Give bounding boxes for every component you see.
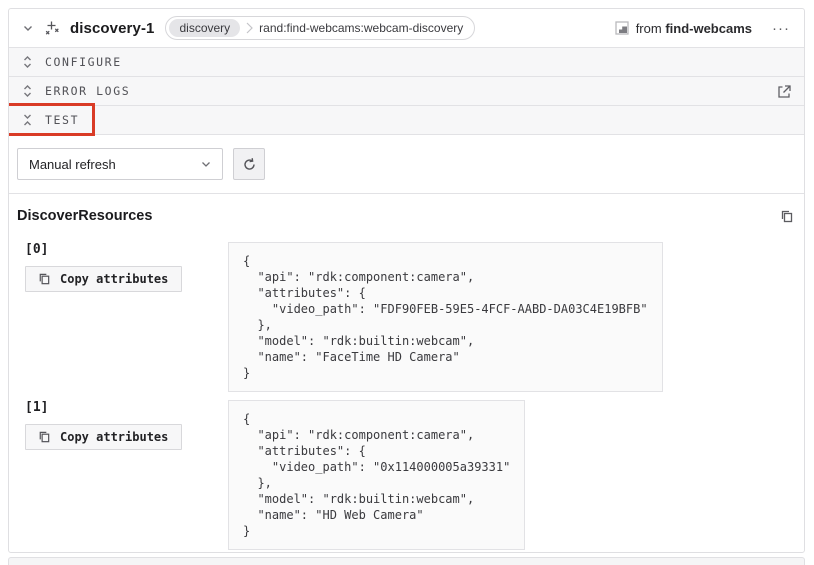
section-configure[interactable]: CONFIGURE <box>9 47 804 76</box>
chevron-down-icon <box>200 158 212 170</box>
result-row: [1] Copy attributes { "api": "rdk:compon… <box>17 400 796 550</box>
copy-icon <box>37 272 51 286</box>
copy-attributes-button[interactable]: Copy attributes <box>25 266 182 292</box>
section-test[interactable]: TEST <box>9 105 804 134</box>
overflow-menu-button[interactable]: ··· <box>770 17 792 40</box>
copy-icon <box>37 430 51 444</box>
component-type-badge: discovery rand:find-webcams:webcam-disco… <box>165 16 475 40</box>
test-panel: Manual refresh DiscoverResources <box>9 134 804 550</box>
json-output: { "api": "rdk:component:camera", "attrib… <box>228 242 663 392</box>
expand-icon <box>21 84 34 98</box>
copy-icon[interactable] <box>777 207 796 226</box>
collapse-icon <box>21 113 34 127</box>
section-error-logs[interactable]: ERROR LOGS <box>9 76 804 105</box>
expand-icon <box>21 55 34 69</box>
chevron-down-icon[interactable] <box>21 21 35 35</box>
result-index-label: [0] <box>25 242 228 257</box>
badge-model-label: rand:find-webcams:webcam-discovery <box>259 21 463 35</box>
component-card-header: discovery-1 discovery rand:find-webcams:… <box>9 9 804 47</box>
refresh-icon <box>242 157 257 172</box>
result-index-label: [1] <box>25 400 228 415</box>
section-error-logs-label: ERROR LOGS <box>45 84 130 98</box>
external-link-icon[interactable] <box>777 84 792 99</box>
chevron-right-icon <box>246 22 253 34</box>
component-card: discovery-1 discovery rand:find-webcams:… <box>8 8 805 553</box>
refresh-button[interactable] <box>233 148 265 180</box>
method-title: DiscoverResources <box>17 208 152 224</box>
result-row: [0] Copy attributes { "api": "rdk:compon… <box>17 242 796 392</box>
refresh-mode-value: Manual refresh <box>29 157 116 172</box>
component-name: discovery-1 <box>70 20 154 37</box>
discovery-service-icon <box>44 20 61 37</box>
discover-resources-panel: DiscoverResources [0] Copy attributes <box>9 194 804 550</box>
refresh-controls: Manual refresh <box>9 135 804 193</box>
next-card-edge <box>8 557 805 565</box>
refresh-mode-select[interactable]: Manual refresh <box>17 148 223 180</box>
section-configure-label: CONFIGURE <box>45 55 122 69</box>
module-icon <box>615 21 629 35</box>
json-output: { "api": "rdk:component:camera", "attrib… <box>228 400 525 550</box>
section-test-label: TEST <box>45 113 79 127</box>
from-module-label: from find-webcams <box>615 21 752 36</box>
badge-type-label: discovery <box>169 19 240 37</box>
copy-attributes-button[interactable]: Copy attributes <box>25 424 182 450</box>
